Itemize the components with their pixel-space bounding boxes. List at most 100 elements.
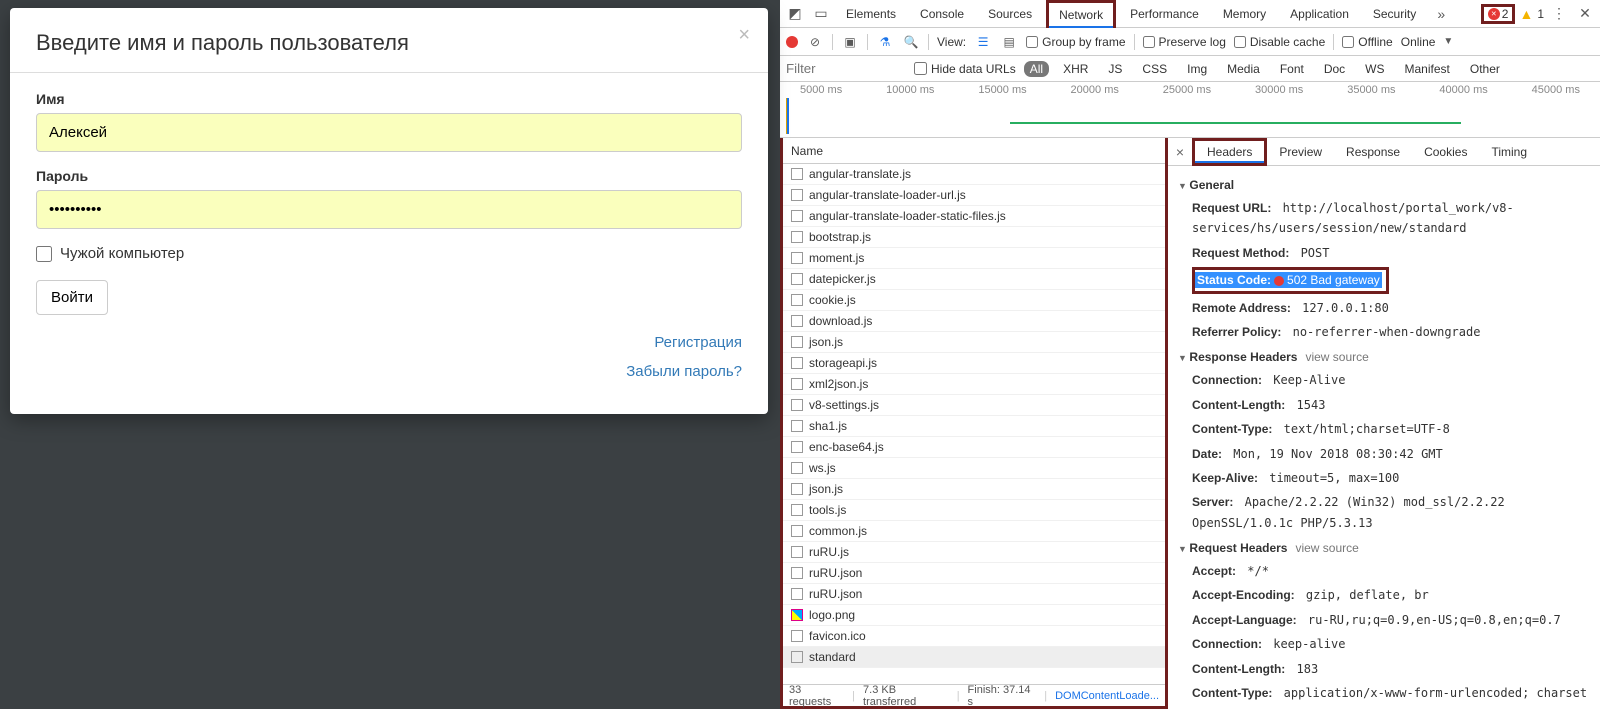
request-row[interactable]: logo.png bbox=[783, 605, 1165, 626]
request-row[interactable]: v8-settings.js bbox=[783, 395, 1165, 416]
view-source-link[interactable]: view source bbox=[1295, 541, 1358, 555]
request-row[interactable]: common.js bbox=[783, 521, 1165, 542]
name-input[interactable] bbox=[36, 113, 742, 152]
tab-elements[interactable]: Elements bbox=[836, 0, 906, 28]
group-by-frame-checkbox[interactable]: Group by frame bbox=[1026, 35, 1125, 49]
filter-icon[interactable]: ⚗ bbox=[876, 35, 894, 49]
device-icon[interactable]: ▭ bbox=[810, 3, 832, 25]
request-row[interactable]: ruRU.json bbox=[783, 563, 1165, 584]
tick: 30000 ms bbox=[1255, 84, 1303, 96]
request-row[interactable]: storageapi.js bbox=[783, 353, 1165, 374]
close-icon[interactable]: × bbox=[738, 24, 750, 47]
section-title[interactable]: General bbox=[1178, 178, 1590, 192]
online-label[interactable]: Online bbox=[1401, 35, 1436, 49]
throttling-dropdown-icon[interactable]: ▼ bbox=[1443, 36, 1453, 47]
details-tab-timing[interactable]: Timing bbox=[1479, 138, 1539, 166]
request-row[interactable]: moment.js bbox=[783, 248, 1165, 269]
filter-xhr[interactable]: XHR bbox=[1057, 60, 1094, 78]
close-details-icon[interactable]: × bbox=[1168, 144, 1192, 160]
camera-icon[interactable]: ▣ bbox=[841, 35, 859, 49]
forgot-password-link[interactable]: Забыли пароль? bbox=[626, 363, 742, 380]
view-source-link[interactable]: view source bbox=[1305, 350, 1368, 364]
request-row[interactable]: angular-translate.js bbox=[783, 164, 1165, 185]
request-row[interactable]: ws.js bbox=[783, 458, 1165, 479]
offline-checkbox[interactable]: Offline bbox=[1342, 35, 1392, 49]
filter-font[interactable]: Font bbox=[1274, 60, 1310, 78]
request-row[interactable]: json.js bbox=[783, 479, 1165, 500]
request-row[interactable]: ruRU.json bbox=[783, 584, 1165, 605]
search-icon[interactable]: 🔍 bbox=[902, 35, 920, 49]
details-tab-cookies[interactable]: Cookies bbox=[1412, 138, 1479, 166]
password-input[interactable] bbox=[36, 190, 742, 229]
error-count-badge[interactable]: 2 bbox=[1481, 4, 1516, 24]
request-row[interactable]: download.js bbox=[783, 311, 1165, 332]
tab-network[interactable]: Network bbox=[1046, 0, 1116, 28]
filter-manifest[interactable]: Manifest bbox=[1399, 60, 1456, 78]
inspect-icon[interactable]: ◩ bbox=[784, 3, 806, 25]
file-icon bbox=[791, 483, 803, 495]
network-timeline[interactable]: 5000 ms 10000 ms 15000 ms 20000 ms 25000… bbox=[780, 82, 1600, 138]
close-devtools-icon[interactable]: ✕ bbox=[1574, 3, 1596, 25]
page-background: × Введите имя и пароль пользователя Имя … bbox=[0, 0, 780, 709]
more-tabs-icon[interactable]: » bbox=[1430, 3, 1452, 25]
tab-application[interactable]: Application bbox=[1280, 0, 1359, 28]
view-list-icon[interactable]: ☰ bbox=[974, 35, 992, 49]
tab-security[interactable]: Security bbox=[1363, 0, 1426, 28]
request-row[interactable]: bootstrap.js bbox=[783, 227, 1165, 248]
section-title[interactable]: Request Headersview source bbox=[1178, 541, 1590, 555]
kebab-menu-icon[interactable]: ⋮ bbox=[1548, 3, 1570, 25]
filter-js[interactable]: JS bbox=[1102, 60, 1128, 78]
register-link[interactable]: Регистрация bbox=[654, 334, 742, 351]
request-row[interactable]: tools.js bbox=[783, 500, 1165, 521]
request-row[interactable]: favicon.ico bbox=[783, 626, 1165, 647]
section-title[interactable]: Response Headersview source bbox=[1178, 350, 1590, 364]
filter-css[interactable]: CSS bbox=[1136, 60, 1173, 78]
request-row[interactable]: cookie.js bbox=[783, 290, 1165, 311]
request-row[interactable]: angular-translate-loader-url.js bbox=[783, 185, 1165, 206]
details-tab-preview[interactable]: Preview bbox=[1267, 138, 1334, 166]
foreign-label[interactable]: Чужой компьютер bbox=[60, 245, 184, 262]
file-icon bbox=[791, 420, 803, 432]
request-name: ruRU.json bbox=[809, 566, 862, 580]
tab-performance[interactable]: Performance bbox=[1120, 0, 1209, 28]
dialog-title: Введите имя и пароль пользователя bbox=[36, 30, 742, 56]
clear-icon[interactable]: ⊘ bbox=[806, 35, 824, 49]
request-row[interactable]: xml2json.js bbox=[783, 374, 1165, 395]
header-row: Referrer Policy: no-referrer-when-downgr… bbox=[1178, 320, 1590, 344]
hide-data-urls-checkbox[interactable]: Hide data URLs bbox=[914, 62, 1016, 76]
request-name: download.js bbox=[809, 314, 872, 328]
filter-img[interactable]: Img bbox=[1181, 60, 1213, 78]
filter-doc[interactable]: Doc bbox=[1318, 60, 1351, 78]
filter-ws[interactable]: WS bbox=[1359, 60, 1390, 78]
record-button[interactable] bbox=[786, 36, 798, 48]
filter-input[interactable] bbox=[786, 61, 906, 76]
preserve-log-checkbox[interactable]: Preserve log bbox=[1143, 35, 1226, 49]
request-row[interactable]: angular-translate-loader-static-files.js bbox=[783, 206, 1165, 227]
tab-sources[interactable]: Sources bbox=[978, 0, 1042, 28]
request-row[interactable]: json.js bbox=[783, 332, 1165, 353]
request-row[interactable]: ruRU.js bbox=[783, 542, 1165, 563]
details-tabs: × Headers Preview Response Cookies Timin… bbox=[1168, 138, 1600, 166]
request-row[interactable]: enc-base64.js bbox=[783, 437, 1165, 458]
foreign-checkbox[interactable] bbox=[36, 246, 52, 262]
status-domcontentloaded[interactable]: DOMContentLoade... bbox=[1055, 690, 1159, 702]
network-body: Name angular-translate.jsangular-transla… bbox=[780, 138, 1600, 709]
request-row[interactable]: datepicker.js bbox=[783, 269, 1165, 290]
tab-console[interactable]: Console bbox=[910, 0, 974, 28]
disable-cache-checkbox[interactable]: Disable cache bbox=[1234, 35, 1325, 49]
requests-list[interactable]: angular-translate.jsangular-translate-lo… bbox=[783, 164, 1165, 684]
warning-icon[interactable]: ▲ bbox=[1519, 6, 1533, 22]
filter-other[interactable]: Other bbox=[1464, 60, 1506, 78]
filter-media[interactable]: Media bbox=[1221, 60, 1266, 78]
details-tab-response[interactable]: Response bbox=[1334, 138, 1412, 166]
filter-all[interactable]: All bbox=[1024, 61, 1049, 77]
request-row[interactable]: standard bbox=[783, 647, 1165, 668]
tab-memory[interactable]: Memory bbox=[1213, 0, 1276, 28]
file-icon bbox=[791, 609, 803, 621]
name-header[interactable]: Name bbox=[783, 138, 1165, 164]
request-row[interactable]: sha1.js bbox=[783, 416, 1165, 437]
login-button[interactable]: Войти bbox=[36, 280, 108, 315]
view-frame-icon[interactable]: ▤ bbox=[1000, 35, 1018, 49]
devtools-tabs: ◩ ▭ Elements Console Sources Network Per… bbox=[780, 0, 1600, 28]
details-tab-headers[interactable]: Headers bbox=[1192, 138, 1267, 166]
